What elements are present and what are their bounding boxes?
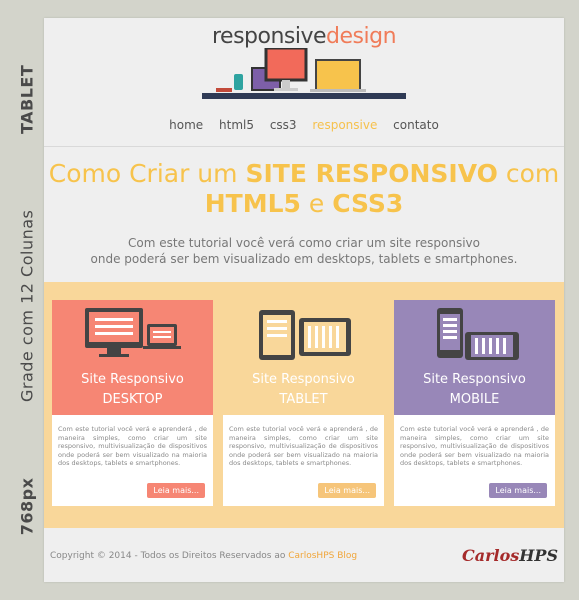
footer-copyright: Copyright © 2014 - Todos os Direitos Res… xyxy=(50,551,357,561)
card-tablet-text: Com este tutorial você verá e aprenderá … xyxy=(229,425,378,467)
card-tablet-button[interactable]: Leia mais... xyxy=(318,483,376,498)
hero-subtitle-line1: Com este tutorial você verá como criar u… xyxy=(128,236,480,250)
card-desktop-title1: Site Responsivo xyxy=(81,372,184,387)
hero-title-e: e xyxy=(300,189,333,218)
card-tablet-title2: TABLET xyxy=(279,392,328,407)
footer-brand-c: Carlos xyxy=(462,546,520,565)
card-mobile-button[interactable]: Leia mais... xyxy=(489,483,547,498)
hero-subtitle: Com este tutorial você verá como criar u… xyxy=(44,235,564,267)
hero-title-bold2: HTML5 xyxy=(204,189,301,218)
footer-copy-text: Copyright © 2014 - Todos os Direitos Res… xyxy=(50,551,289,561)
card-mobile-text: Com este tutorial você verá e aprenderá … xyxy=(400,425,549,467)
width-label: 768px xyxy=(17,477,37,536)
card-desktop-top: Site Responsivo DESKTOP xyxy=(52,300,213,415)
card-tablet: Site Responsivo TABLET Com este tutorial… xyxy=(223,300,384,506)
footer-brand-h: HPS xyxy=(519,546,558,565)
tablet-icon xyxy=(223,306,384,362)
card-tablet-top: Site Responsivo TABLET xyxy=(223,300,384,415)
card-tablet-title: Site Responsivo TABLET xyxy=(223,370,384,410)
logo-part1: responsive xyxy=(211,24,327,49)
grid-label: Grade com 12 Colunas xyxy=(17,209,37,403)
nav-responsive[interactable]: responsive xyxy=(312,118,377,132)
footer: Copyright © 2014 - Todos os Direitos Res… xyxy=(44,528,564,582)
header: responsivedesign home html5 css3 respons… xyxy=(44,18,564,146)
card-mobile-title: Site Responsivo MOBILE xyxy=(394,370,555,410)
card-desktop-title2: DESKTOP xyxy=(102,392,163,407)
devices-illustration xyxy=(202,48,406,99)
card-desktop: Site Responsivo DESKTOP Com este tutoria… xyxy=(52,300,213,506)
main-nav: home html5 css3 responsive contato xyxy=(44,118,564,132)
card-mobile-title1: Site Responsivo xyxy=(423,372,526,387)
card-mobile-title2: MOBILE xyxy=(449,392,500,407)
hero-title-pre: Como Criar um xyxy=(48,159,246,188)
desktop-icon xyxy=(52,306,213,362)
hero-title-bold1: SITE RESPONSIVO xyxy=(245,159,498,188)
mobile-icon xyxy=(394,306,555,362)
nav-home[interactable]: home xyxy=(169,118,203,132)
hero-subtitle-line2: onde poderá ser bem visualizado em deskt… xyxy=(90,252,518,266)
page-frame: responsivedesign home html5 css3 respons… xyxy=(44,18,564,582)
card-mobile-top: Site Responsivo MOBILE xyxy=(394,300,555,415)
footer-brand-logo[interactable]: CarlosHPS xyxy=(462,546,558,565)
card-desktop-body: Com este tutorial você verá e aprenderá … xyxy=(52,415,213,506)
nav-html5[interactable]: html5 xyxy=(219,118,254,132)
hero-title-bold3: CSS3 xyxy=(332,189,404,218)
footer-copy-link[interactable]: CarlosHPS Blog xyxy=(288,551,357,561)
card-desktop-button[interactable]: Leia mais... xyxy=(147,483,205,498)
features-band: Site Responsivo DESKTOP Com este tutoria… xyxy=(44,282,564,528)
card-tablet-body: Com este tutorial você verá e aprenderá … xyxy=(223,415,384,506)
card-mobile: Site Responsivo MOBILE Com este tutorial… xyxy=(394,300,555,506)
hero-title-mid: com xyxy=(497,159,560,188)
card-desktop-text: Com este tutorial você verá e aprenderá … xyxy=(58,425,207,467)
site-logo[interactable]: responsivedesign xyxy=(44,24,564,49)
hero-section: Como Criar um SITE RESPONSIVO com HTML5 … xyxy=(44,147,564,267)
side-label: 768px Grade com 12 Colunas TABLET xyxy=(14,0,40,600)
device-label: TABLET xyxy=(17,64,37,135)
hero-title: Como Criar um SITE RESPONSIVO com HTML5 … xyxy=(44,159,564,219)
card-desktop-title: Site Responsivo DESKTOP xyxy=(52,370,213,410)
logo-part2: design xyxy=(326,24,397,49)
card-tablet-title1: Site Responsivo xyxy=(252,372,355,387)
nav-contato[interactable]: contato xyxy=(393,118,439,132)
nav-css3[interactable]: css3 xyxy=(270,118,297,132)
card-mobile-body: Com este tutorial você verá e aprenderá … xyxy=(394,415,555,506)
